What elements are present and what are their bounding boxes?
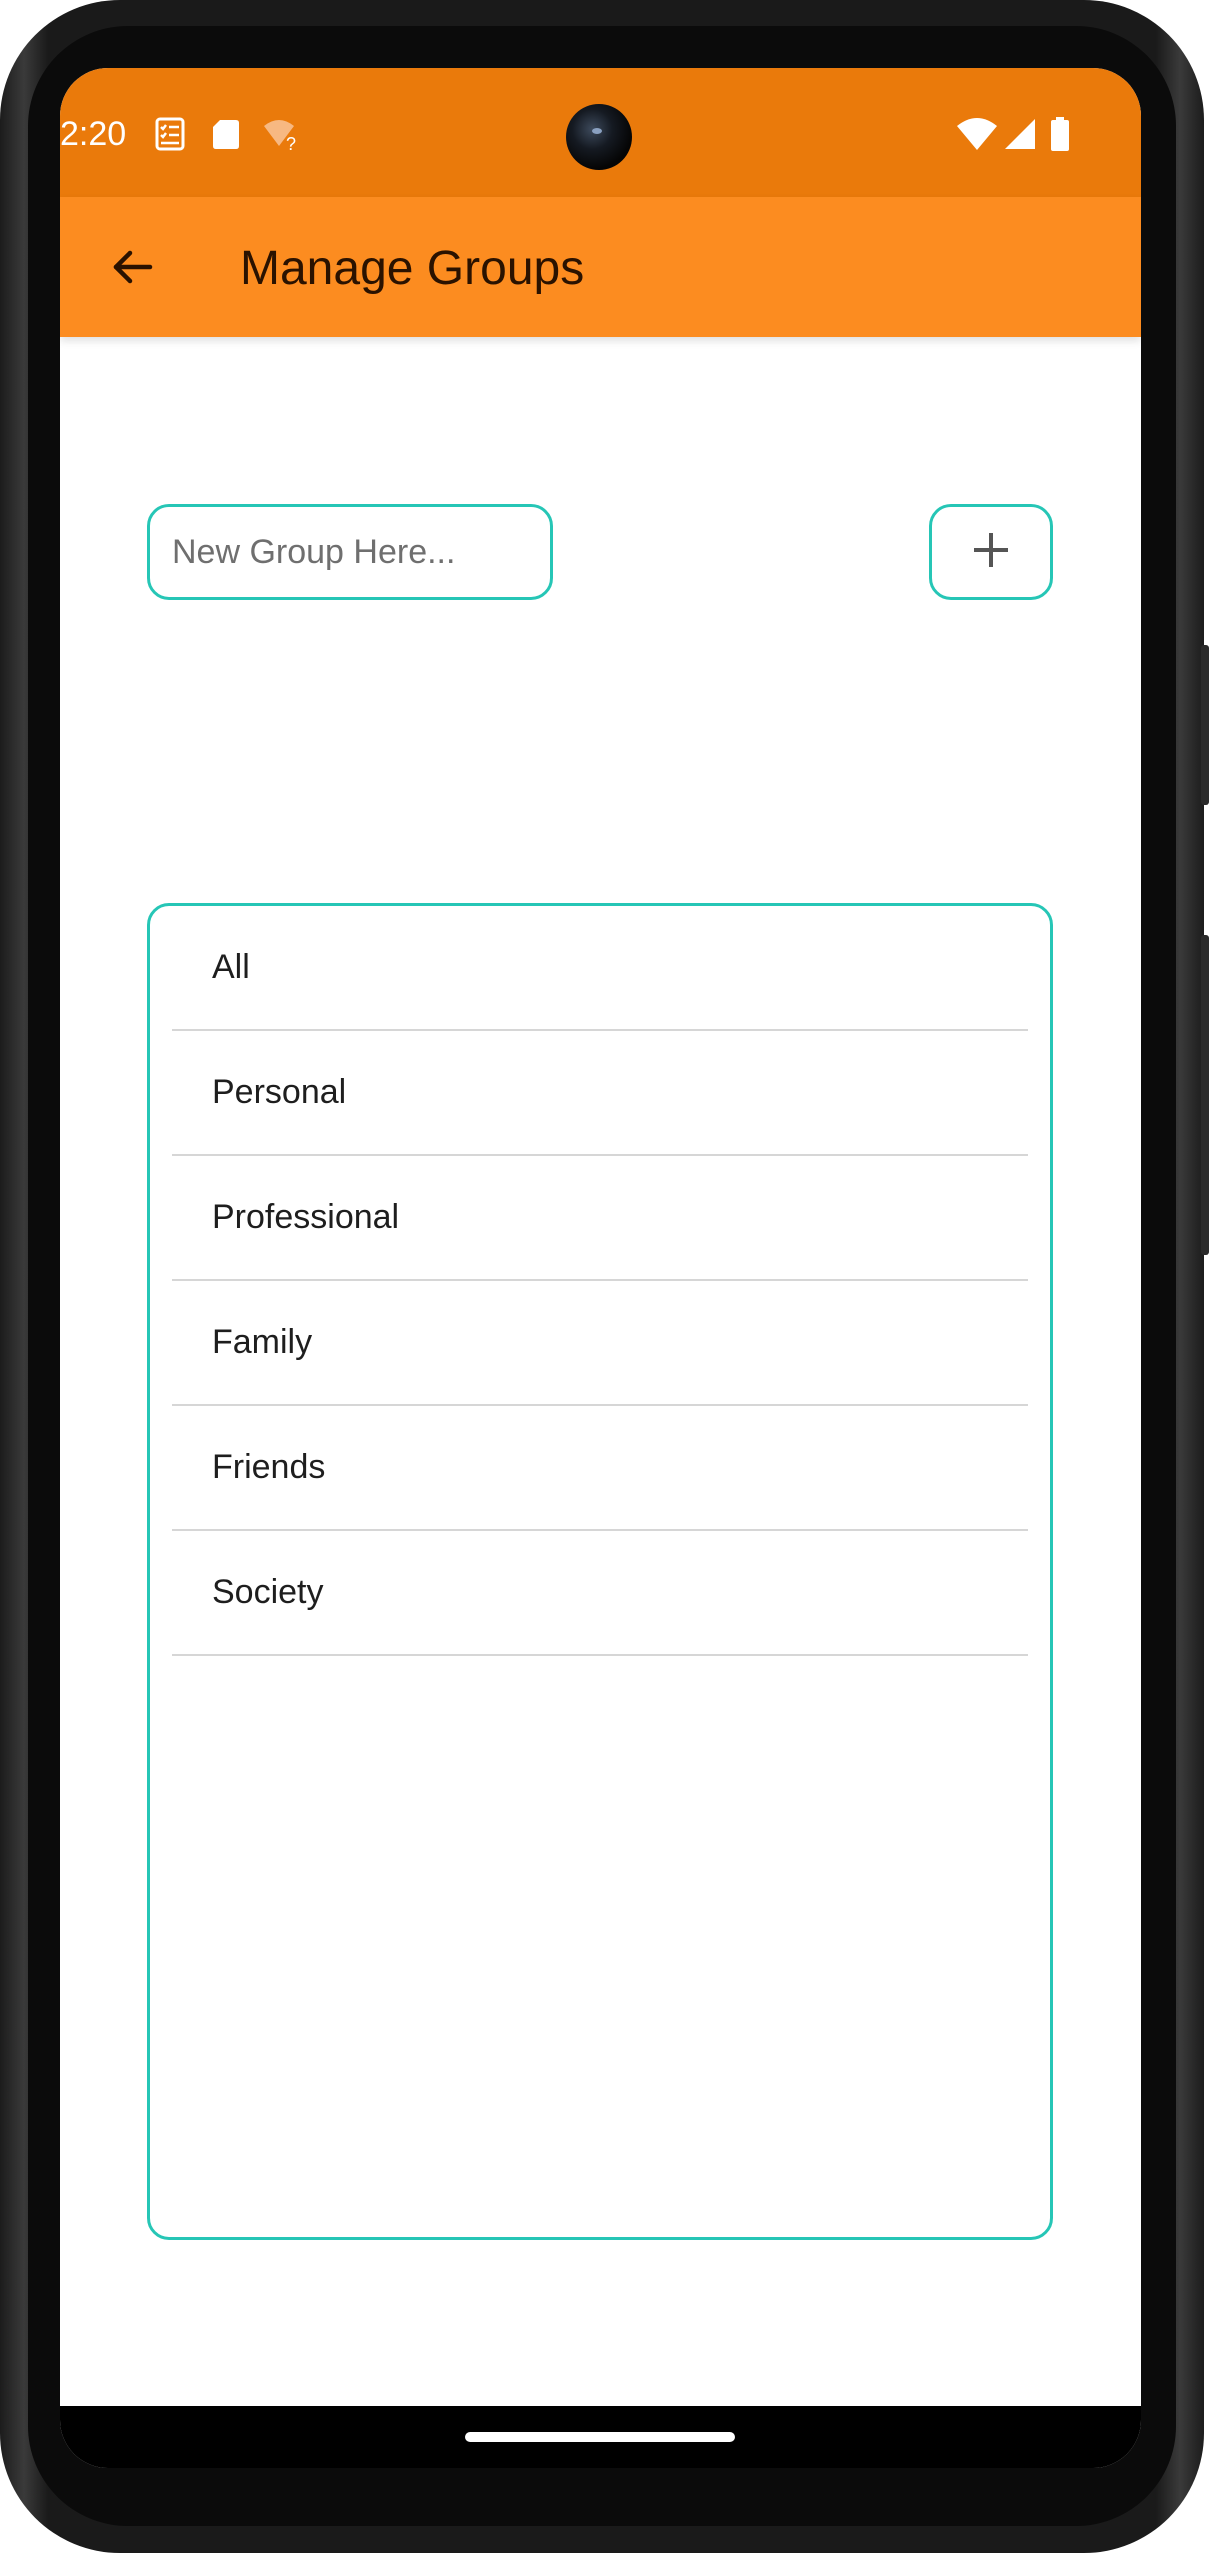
wifi-icon: [956, 116, 998, 152]
navigation-bar: [60, 2406, 1141, 2468]
list-item[interactable]: Family: [172, 1281, 1028, 1406]
front-camera: [566, 104, 632, 170]
power-button: [1201, 645, 1209, 805]
sd-card-icon: [208, 116, 244, 152]
list-item[interactable]: Friends: [172, 1406, 1028, 1531]
new-group-input[interactable]: [147, 504, 553, 600]
add-group-button[interactable]: [929, 504, 1053, 600]
page-title: Manage Groups: [240, 242, 585, 295]
back-button[interactable]: [96, 233, 168, 305]
wifi-question-icon: ?: [262, 116, 298, 154]
signal-icon: [1002, 116, 1038, 152]
app-bar: Manage Groups: [60, 197, 1141, 337]
screen: 2:20 ? Manage Groups New Group Here... A…: [60, 68, 1141, 2468]
list-item[interactable]: All: [172, 906, 1028, 1031]
status-bar: 2:20 ?: [60, 68, 1141, 197]
status-time: 2:20: [60, 115, 127, 153]
home-gesture-handle[interactable]: [465, 2432, 735, 2442]
device-frame: 2:20 ? Manage Groups New Group Here... A…: [0, 0, 1209, 2553]
volume-button: [1201, 935, 1209, 1255]
group-list: All Personal Professional Family Friends…: [147, 903, 1053, 2240]
list-item[interactable]: Personal: [172, 1031, 1028, 1156]
checklist-notification-icon: [152, 116, 188, 152]
svg-text:?: ?: [286, 134, 296, 152]
list-item[interactable]: Society: [172, 1531, 1028, 1656]
battery-icon: [1048, 116, 1072, 152]
arrow-back-icon: [108, 243, 156, 296]
list-item[interactable]: Professional: [172, 1156, 1028, 1281]
plus-icon: [971, 530, 1011, 575]
